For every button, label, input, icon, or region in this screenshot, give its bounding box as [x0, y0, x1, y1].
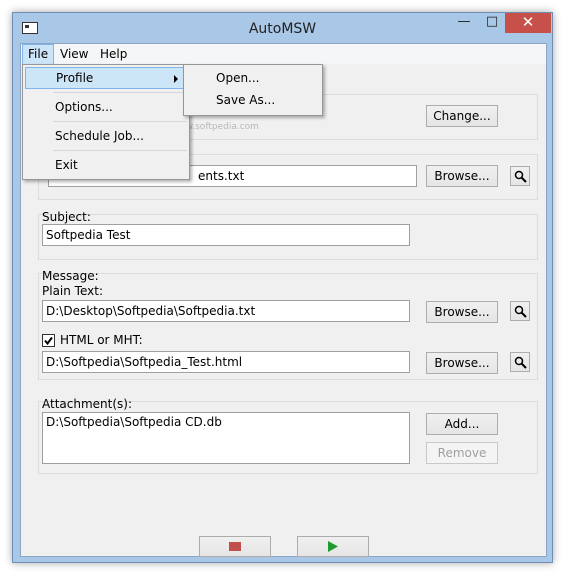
file-menu: Profile Options... Schedule Job... Exit — [22, 64, 190, 180]
app-window: AutoMSW — □ ✕ File View Help Change... e… — [12, 12, 553, 563]
html-label: HTML or MHT: — [60, 333, 143, 347]
menu-file[interactable]: File — [22, 44, 55, 66]
add-button[interactable]: Add... — [426, 413, 498, 435]
html-search-button[interactable] — [510, 352, 530, 372]
subject-group: Subject: Softpedia Test — [38, 210, 538, 260]
attachments-list[interactable]: D:\Softpedia\Softpedia CD.db — [42, 412, 410, 464]
attachments-group: Attachment(s): D:\Softpedia\Softpedia CD… — [38, 397, 538, 474]
html-input[interactable]: D:\Softpedia\Softpedia_Test.html — [42, 351, 410, 373]
menu-item-schedule-job[interactable]: Schedule Job... — [25, 125, 187, 147]
plain-text-input[interactable]: D:\Desktop\Softpedia\Softpedia.txt — [42, 300, 410, 322]
title-bar[interactable]: AutoMSW — □ ✕ — [13, 13, 552, 43]
menu-separator — [53, 92, 187, 93]
stop-icon — [229, 542, 241, 551]
message-label: Message: — [42, 269, 99, 283]
play-icon — [328, 541, 338, 552]
menu-item-options[interactable]: Options... — [25, 96, 187, 118]
menu-separator — [53, 150, 187, 151]
close-icon: ✕ — [521, 13, 535, 31]
maximize-icon: □ — [485, 14, 499, 29]
submenu-arrow-icon — [174, 75, 178, 83]
menu-item-open[interactable]: Open... — [186, 67, 320, 89]
close-button[interactable]: ✕ — [505, 13, 551, 33]
checkmark-icon — [44, 336, 53, 346]
list-item[interactable]: D:\Softpedia\Softpedia CD.db — [46, 415, 406, 429]
remove-button[interactable]: Remove — [426, 442, 498, 464]
menu-item-exit[interactable]: Exit — [25, 154, 187, 176]
recipients-search-button[interactable] — [510, 166, 530, 186]
recipients-browse-button[interactable]: Browse... — [426, 165, 498, 187]
menu-item-save-as[interactable]: Save As... — [186, 89, 320, 111]
subject-label: Subject: — [42, 210, 91, 224]
html-checkbox[interactable] — [42, 334, 55, 347]
message-group: Message: Plain Text: D:\Desktop\Softpedi… — [38, 269, 538, 380]
menu-bar: File View Help — [21, 44, 546, 66]
magnifier-icon — [514, 170, 527, 183]
magnifier-icon — [514, 305, 527, 318]
run-button[interactable] — [297, 536, 369, 557]
magnifier-icon — [514, 356, 527, 369]
menu-view[interactable]: View — [55, 44, 93, 64]
change-button[interactable]: Change... — [426, 105, 498, 127]
maximize-button[interactable]: □ — [479, 13, 505, 33]
client-area: File View Help Change... ents.txt Browse… — [20, 43, 547, 557]
recipients-value: ents.txt — [198, 169, 245, 183]
html-browse-button[interactable]: Browse... — [426, 352, 498, 374]
minimize-icon: — — [457, 14, 471, 29]
menu-separator — [53, 121, 187, 122]
profile-submenu: Open... Save As... — [183, 64, 323, 116]
plain-text-search-button[interactable] — [510, 301, 530, 321]
menu-item-label: Profile — [56, 71, 94, 85]
stop-button[interactable] — [199, 536, 271, 557]
menu-item-profile[interactable]: Profile — [25, 67, 187, 89]
minimize-button[interactable]: — — [451, 13, 477, 33]
attachments-label: Attachment(s): — [42, 397, 133, 411]
plain-text-label: Plain Text: — [42, 284, 103, 298]
menu-help[interactable]: Help — [95, 44, 132, 64]
subject-input[interactable]: Softpedia Test — [42, 224, 410, 246]
plain-text-browse-button[interactable]: Browse... — [426, 301, 498, 323]
